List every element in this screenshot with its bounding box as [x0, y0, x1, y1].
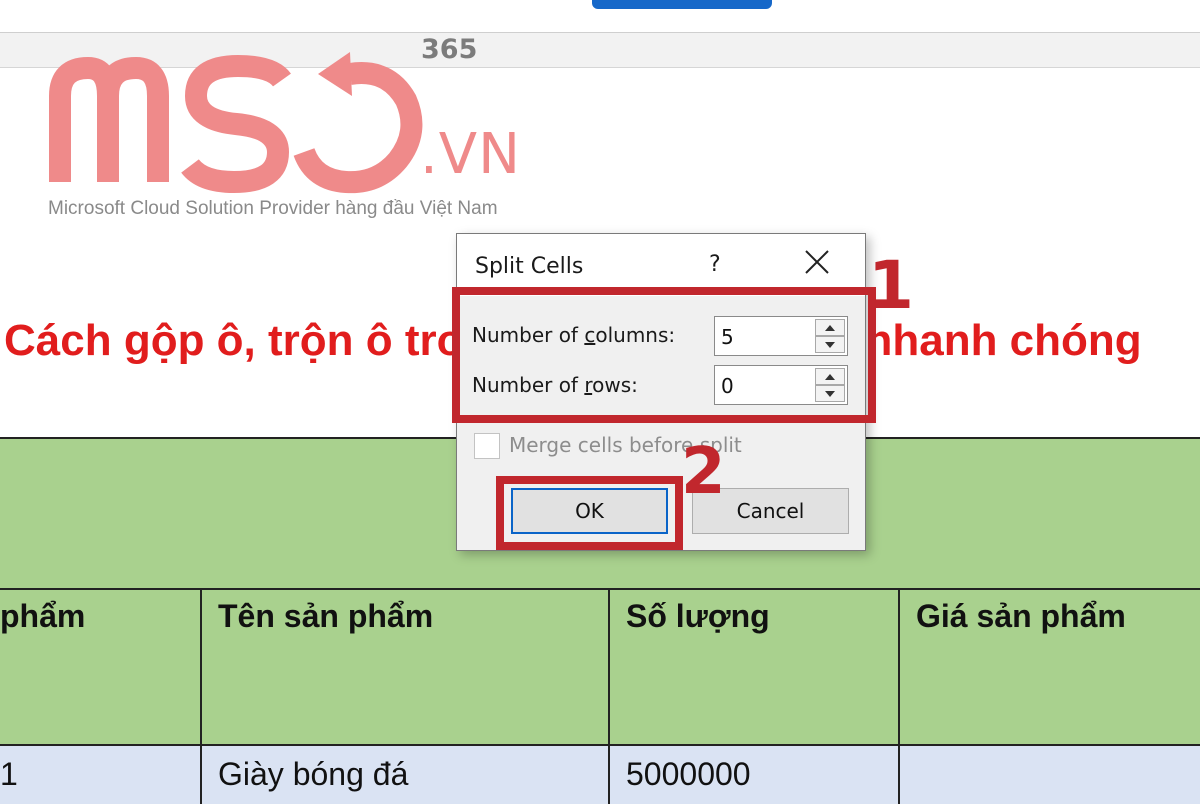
step-1-label: 1	[868, 247, 914, 324]
highlight-ok-box	[496, 476, 683, 550]
highlight-fields-box	[452, 287, 876, 423]
close-icon	[805, 250, 829, 274]
table-cell[interactable]	[900, 746, 1200, 804]
table-cell[interactable]: 5000000	[610, 746, 900, 804]
table-cell[interactable]: Giày bóng đá	[202, 746, 610, 804]
step-2-label: 2	[681, 435, 726, 509]
logo-domain: .VN	[420, 122, 521, 187]
table-cell[interactable]: 1	[0, 746, 202, 804]
dialog-title: Split Cells	[475, 254, 584, 279]
table-header-cell[interactable]: Giá sản phẩm	[900, 590, 1200, 744]
close-button[interactable]	[803, 248, 831, 276]
ribbon-button[interactable]	[592, 0, 772, 9]
table-header-cell[interactable]: Tên sản phẩm	[202, 590, 610, 744]
merge-cells-checkbox[interactable]	[474, 433, 500, 459]
table-header-cell[interactable]: phẩm	[0, 590, 202, 744]
logo-365: 365	[421, 34, 478, 65]
help-button[interactable]: ?	[709, 252, 721, 277]
table-row: 1 Giày bóng đá 5000000	[0, 744, 1200, 804]
table-header-row: phẩm Tên sản phẩm Số lượng Giá sản phẩm	[0, 588, 1200, 744]
table-header-cell[interactable]: Số lượng	[610, 590, 900, 744]
mso-logo: 365 .VN Microsoft Cloud Solution Provide…	[46, 34, 566, 230]
top-toolbar	[0, 0, 1200, 32]
logo-tagline: Microsoft Cloud Solution Provider hàng đ…	[48, 198, 498, 219]
mso-logo-mark	[49, 52, 423, 194]
